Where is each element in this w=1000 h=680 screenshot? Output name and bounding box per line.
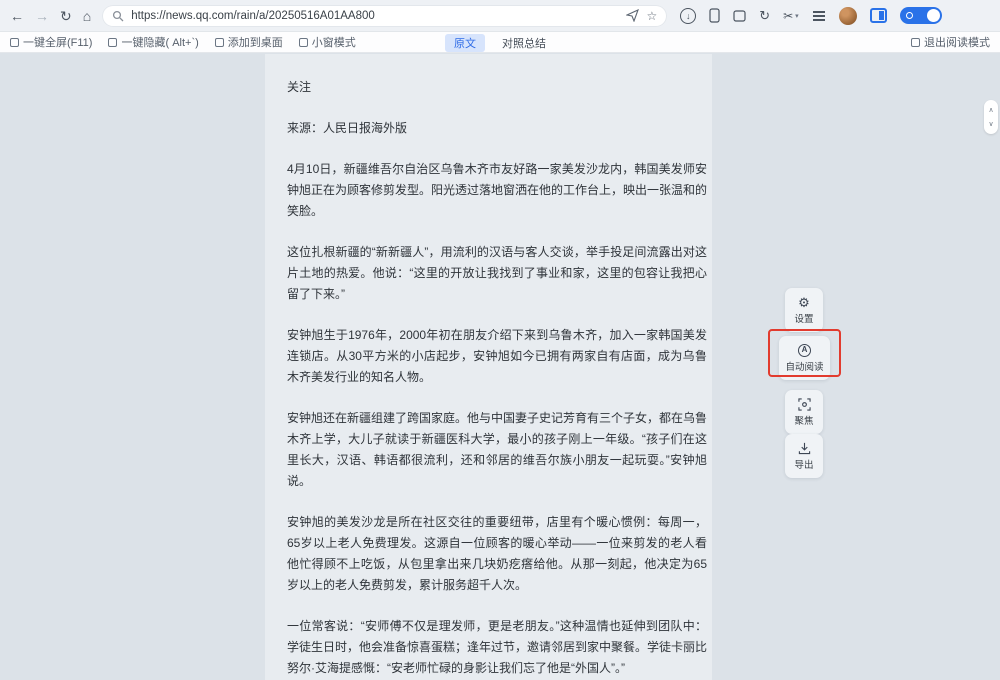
refresh-icon[interactable]: ↻ — [60, 9, 72, 23]
fullscreen-button[interactable]: 一键全屏(F11) — [10, 34, 92, 50]
article-paragraph: 这位扎根新疆的“新新疆人”，用流利的汉语与客人交谈，举手投足间流露出对这片土地的… — [287, 242, 707, 305]
back-icon[interactable]: ← — [10, 9, 24, 23]
browser-mode-toggle[interactable] — [900, 7, 942, 24]
tab-original[interactable]: 原文 — [445, 34, 485, 52]
bookmark-star-icon[interactable]: ☆ — [646, 9, 657, 23]
view-tabs: 原文 对照总结 — [445, 32, 555, 53]
hide-icon — [108, 38, 117, 47]
exit-reading-icon — [911, 38, 920, 47]
focus-label: 聚焦 — [794, 413, 813, 427]
avatar[interactable] — [839, 7, 857, 25]
add-desktop-label: 添加到桌面 — [228, 34, 283, 50]
scroll-up-icon[interactable]: ∧ — [988, 106, 993, 114]
hide-label: 一键隐藏( Alt+`) — [121, 34, 198, 50]
small-window-label: 小窗模式 — [312, 34, 356, 50]
toolbar-right-group: 退出阅读模式 — [911, 34, 990, 50]
hide-button[interactable]: 一键隐藏( Alt+`) — [108, 34, 198, 50]
article-paragraph: 一位常客说：“安师傅不仅是理发师，更是老朋友。”这种温情也延伸到团队中：学徒生日… — [287, 616, 707, 679]
settings-label: 设置 — [794, 311, 813, 325]
article-paragraph: 4月10日，新疆维吾尔自治区乌鲁木齐市友好路一家美发沙龙内，韩国美发师安钟旭正在… — [287, 159, 707, 222]
toolbar-left-group: 一键全屏(F11) 一键隐藏( Alt+`) 添加到桌面 小窗模式 — [10, 34, 356, 50]
browser-actions: ↓ ↻ ✂▾ — [680, 7, 941, 25]
screenshot-tool-button[interactable]: ✂▾ — [783, 9, 799, 23]
article-paragraph: 安钟旭的美发沙龙是所在社区交往的重要纽带，店里有个暖心惯例：每周一，65岁以上老… — [287, 512, 707, 596]
address-bar[interactable]: https://news.qq.com/rain/a/20250516A01AA… — [102, 5, 667, 27]
send-to-device-icon[interactable] — [626, 9, 639, 22]
reading-area: 关注 来源：人民日报海外版 4月10日，新疆维吾尔自治区乌鲁木齐市友好路一家美发… — [0, 54, 1000, 680]
reading-toolbar: 一键全屏(F11) 一键隐藏( Alt+`) 添加到桌面 小窗模式 原文 对照总… — [0, 32, 1000, 53]
article-column: 关注 来源：人民日报海外版 4月10日，新疆维吾尔自治区乌鲁木齐市友好路一家美发… — [265, 54, 712, 680]
follow-link[interactable]: 关注 — [287, 77, 707, 98]
auto-read-button[interactable]: A 自动阅读 — [779, 336, 830, 380]
export-button[interactable]: 导出 — [785, 434, 823, 478]
scroll-buttons[interactable]: ∧ ∨ — [984, 100, 998, 134]
split-view-icon[interactable] — [870, 8, 887, 23]
exit-reading-mode-button[interactable]: 退出阅读模式 — [911, 34, 990, 50]
export-label: 导出 — [794, 457, 813, 471]
article-paragraph: 安钟旭生于1976年，2000年初在朋友介绍下来到乌鲁木齐，加入一家韩国美发连锁… — [287, 325, 707, 388]
menu-icon[interactable] — [812, 15, 826, 17]
toggle-knob — [927, 9, 940, 22]
article-source: 来源：人民日报海外版 — [287, 118, 707, 139]
tab-comparison-summary[interactable]: 对照总结 — [493, 34, 555, 52]
toggle-ring-icon — [906, 12, 913, 19]
workspace-icon[interactable] — [733, 10, 746, 22]
chevron-down-icon: ▾ — [795, 12, 799, 20]
add-to-desktop-button[interactable]: 添加到桌面 — [215, 34, 283, 50]
search-icon — [112, 10, 124, 22]
exit-reading-label: 退出阅读模式 — [924, 34, 990, 50]
add-desktop-icon — [215, 38, 224, 47]
fullscreen-label: 一键全屏(F11) — [23, 34, 92, 50]
history-icon[interactable]: ↻ — [759, 8, 770, 24]
export-icon — [798, 442, 811, 455]
home-icon[interactable]: ⌂ — [83, 9, 91, 23]
auto-read-icon: A — [798, 344, 811, 357]
browser-chrome: ← → ↻ ⌂ https://news.qq.com/rain/a/20250… — [0, 0, 1000, 32]
phone-icon[interactable] — [709, 8, 720, 23]
gear-icon: ⚙ — [798, 296, 810, 309]
download-icon[interactable]: ↓ — [680, 8, 696, 24]
article-paragraph: 安钟旭还在新疆组建了跨国家庭。他与中国妻子史记芳育有三个子女，都在乌鲁木齐上学，… — [287, 408, 707, 492]
focus-button[interactable]: 聚焦 — [785, 390, 823, 434]
scroll-down-icon[interactable]: ∨ — [988, 120, 993, 128]
fullscreen-icon — [10, 38, 19, 47]
small-window-icon — [299, 38, 308, 47]
url-text[interactable]: https://news.qq.com/rain/a/20250516A01AA… — [131, 10, 619, 22]
focus-icon — [798, 398, 811, 411]
small-window-button[interactable]: 小窗模式 — [299, 34, 356, 50]
settings-button[interactable]: ⚙ 设置 — [785, 288, 823, 332]
auto-read-label: 自动阅读 — [785, 359, 823, 373]
forward-icon[interactable]: → — [35, 9, 49, 23]
